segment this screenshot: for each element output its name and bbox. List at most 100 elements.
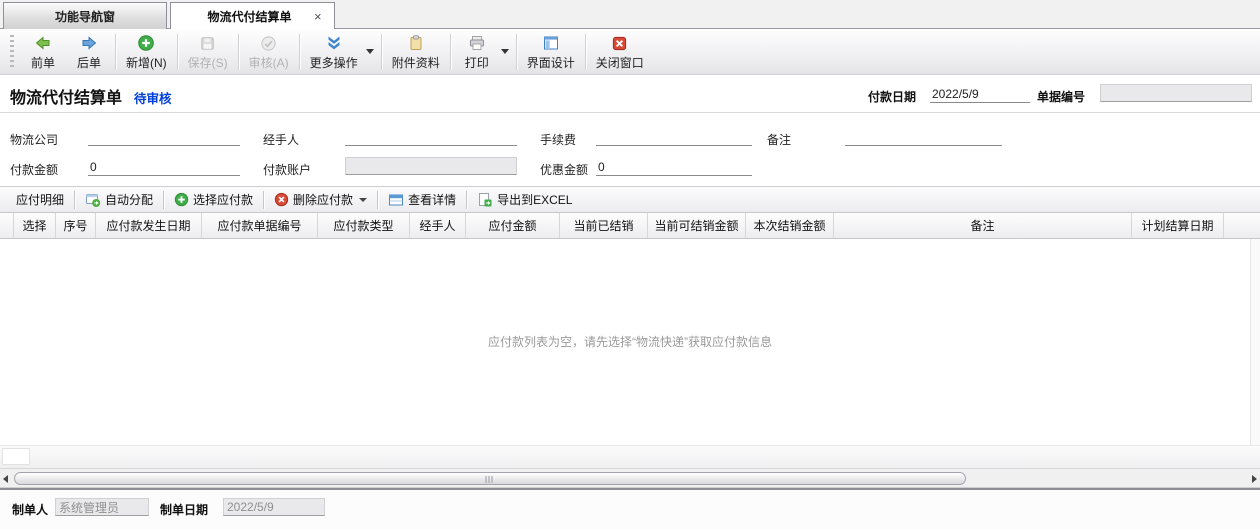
scroll-right-arrow-icon[interactable] <box>1252 475 1257 483</box>
audit-check-icon <box>260 33 277 52</box>
pay-amount-label: 付款金额 <box>10 161 58 178</box>
column-header[interactable]: 当前可结销金额 <box>648 213 746 238</box>
toolbar-separator <box>377 191 378 209</box>
pay-amount-input[interactable] <box>88 158 240 176</box>
make-date-label: 制单日期 <box>160 501 208 518</box>
add-icon <box>137 33 155 52</box>
dropdown-caret-icon[interactable] <box>359 198 367 202</box>
toolbar-separator <box>177 34 178 70</box>
prev-doc-button[interactable]: 前单 <box>20 31 66 73</box>
vertical-scrollbar-track[interactable] <box>1250 239 1260 468</box>
page-title: 物流代付结算单 <box>10 84 122 108</box>
export-excel-icon <box>477 192 493 208</box>
toolbar-separator <box>74 191 75 209</box>
toolbar-separator <box>299 34 300 70</box>
select-payable-icon <box>174 192 189 207</box>
save-button[interactable]: 保存(S) <box>181 31 235 73</box>
toolbar-separator <box>263 191 264 209</box>
logistics-company-input[interactable] <box>88 128 240 146</box>
toolbar-separator <box>585 34 586 70</box>
grid-body: 应付款列表为空，请先选择“物流快递”获取应付款信息 <box>0 239 1260 445</box>
audit-button[interactable]: 审核(A) <box>242 31 296 73</box>
attachment-icon <box>407 33 425 52</box>
column-header[interactable]: 本次结销金额 <box>746 213 834 238</box>
toolbar-separator <box>381 34 382 70</box>
detail-toolbar: 应付明细 自动分配 选择应付款 删除应付款 查看详情 导出到EXCEL <box>0 186 1260 213</box>
more-actions-button[interactable]: 更多操作 <box>303 31 365 73</box>
make-date-input <box>223 498 325 516</box>
discount-input[interactable] <box>596 158 752 176</box>
new-button[interactable]: 新增(N) <box>119 31 174 73</box>
column-header[interactable]: 应付款类型 <box>318 213 410 238</box>
column-header-filler <box>1224 213 1260 238</box>
close-tab-icon[interactable]: × <box>314 10 328 23</box>
close-window-icon <box>611 33 628 52</box>
tab-logistics-settlement[interactable]: 物流代付结算单 × <box>170 2 335 30</box>
status-badge: 待审核 <box>134 88 172 107</box>
handler-label: 经手人 <box>263 131 299 148</box>
toolbar-separator <box>516 34 517 70</box>
fee-input[interactable] <box>596 128 752 146</box>
auto-assign-icon <box>85 192 101 208</box>
toolbar-separator <box>163 191 164 209</box>
pay-date-label: 付款日期 <box>868 88 916 105</box>
footer-bar: 制单人 制单日期 <box>0 490 1260 529</box>
delete-payable-icon <box>274 192 289 207</box>
grid-footer-cell <box>2 448 30 465</box>
column-header[interactable]: 计划结算日期 <box>1132 213 1224 238</box>
select-payable-button[interactable]: 选择应付款 <box>166 189 261 210</box>
ui-design-button[interactable]: 界面设计 <box>520 31 582 73</box>
column-header[interactable]: 经手人 <box>410 213 466 238</box>
form-area: 物流公司 经手人 手续费 备注 付款金额 付款账户 优惠金额 <box>0 113 1260 186</box>
scroll-left-arrow-icon[interactable] <box>3 475 8 483</box>
toolbar-separator <box>466 191 467 209</box>
dropdown-caret-icon[interactable] <box>501 49 509 54</box>
print-icon <box>468 33 486 52</box>
tab-label: 物流代付结算单 <box>171 8 314 25</box>
toolbar-separator <box>238 34 239 70</box>
remark-label: 备注 <box>767 131 791 148</box>
main-toolbar: 前单 后单 新增(N) 保存(S) 审核(A) 更多操作 <box>0 29 1260 75</box>
next-arrow-icon <box>80 33 98 52</box>
maker-label: 制单人 <box>12 501 48 518</box>
tab-bar: 功能导航窗 物流代付结算单 × <box>0 0 1260 29</box>
document-header: 物流代付结算单 待审核 付款日期 单据编号 <box>0 75 1260 113</box>
delete-payable-button[interactable]: 删除应付款 <box>266 189 375 210</box>
view-detail-button[interactable]: 查看详情 <box>380 189 464 210</box>
save-icon <box>199 33 216 52</box>
tab-function-nav[interactable]: 功能导航窗 <box>3 2 167 29</box>
horizontal-scrollbar[interactable] <box>0 468 1260 488</box>
column-header[interactable]: 应付金额 <box>466 213 560 238</box>
handler-input[interactable] <box>345 128 517 146</box>
prev-arrow-icon <box>34 33 52 52</box>
pay-date-input[interactable] <box>930 85 1030 103</box>
doc-no-input <box>1100 84 1252 102</box>
toolbar-drag-handle-icon[interactable] <box>10 35 14 69</box>
fee-label: 手续费 <box>540 131 576 148</box>
ui-design-icon <box>542 33 560 52</box>
export-excel-button[interactable]: 导出到EXCEL <box>469 189 580 210</box>
column-header[interactable]: 应付款发生日期 <box>96 213 202 238</box>
column-header[interactable]: 选择 <box>14 213 56 238</box>
scrollbar-thumb[interactable] <box>14 472 966 485</box>
close-window-button[interactable]: 关闭窗口 <box>589 31 651 73</box>
pay-account-input <box>345 157 517 175</box>
toolbar-separator <box>115 34 116 70</box>
column-header[interactable]: 当前已结销 <box>560 213 648 238</box>
column-header[interactable]: 序号 <box>56 213 96 238</box>
more-actions-icon <box>325 33 343 52</box>
tab-label: 功能导航窗 <box>55 8 115 25</box>
grid-footer-strip <box>0 445 1260 468</box>
next-doc-button[interactable]: 后单 <box>66 31 112 73</box>
pay-account-label: 付款账户 <box>263 161 311 178</box>
column-header[interactable]: 备注 <box>834 213 1132 238</box>
remark-input[interactable] <box>845 128 1002 146</box>
print-button[interactable]: 打印 <box>454 31 500 73</box>
attachments-button[interactable]: 附件资料 <box>385 31 447 73</box>
doc-no-label: 单据编号 <box>1037 88 1085 105</box>
auto-assign-button[interactable]: 自动分配 <box>77 189 161 210</box>
view-detail-icon <box>388 192 404 208</box>
column-header[interactable]: 应付款单据编号 <box>202 213 318 238</box>
dropdown-caret-icon[interactable] <box>366 49 374 54</box>
detail-section-title: 应付明细 <box>8 191 72 208</box>
